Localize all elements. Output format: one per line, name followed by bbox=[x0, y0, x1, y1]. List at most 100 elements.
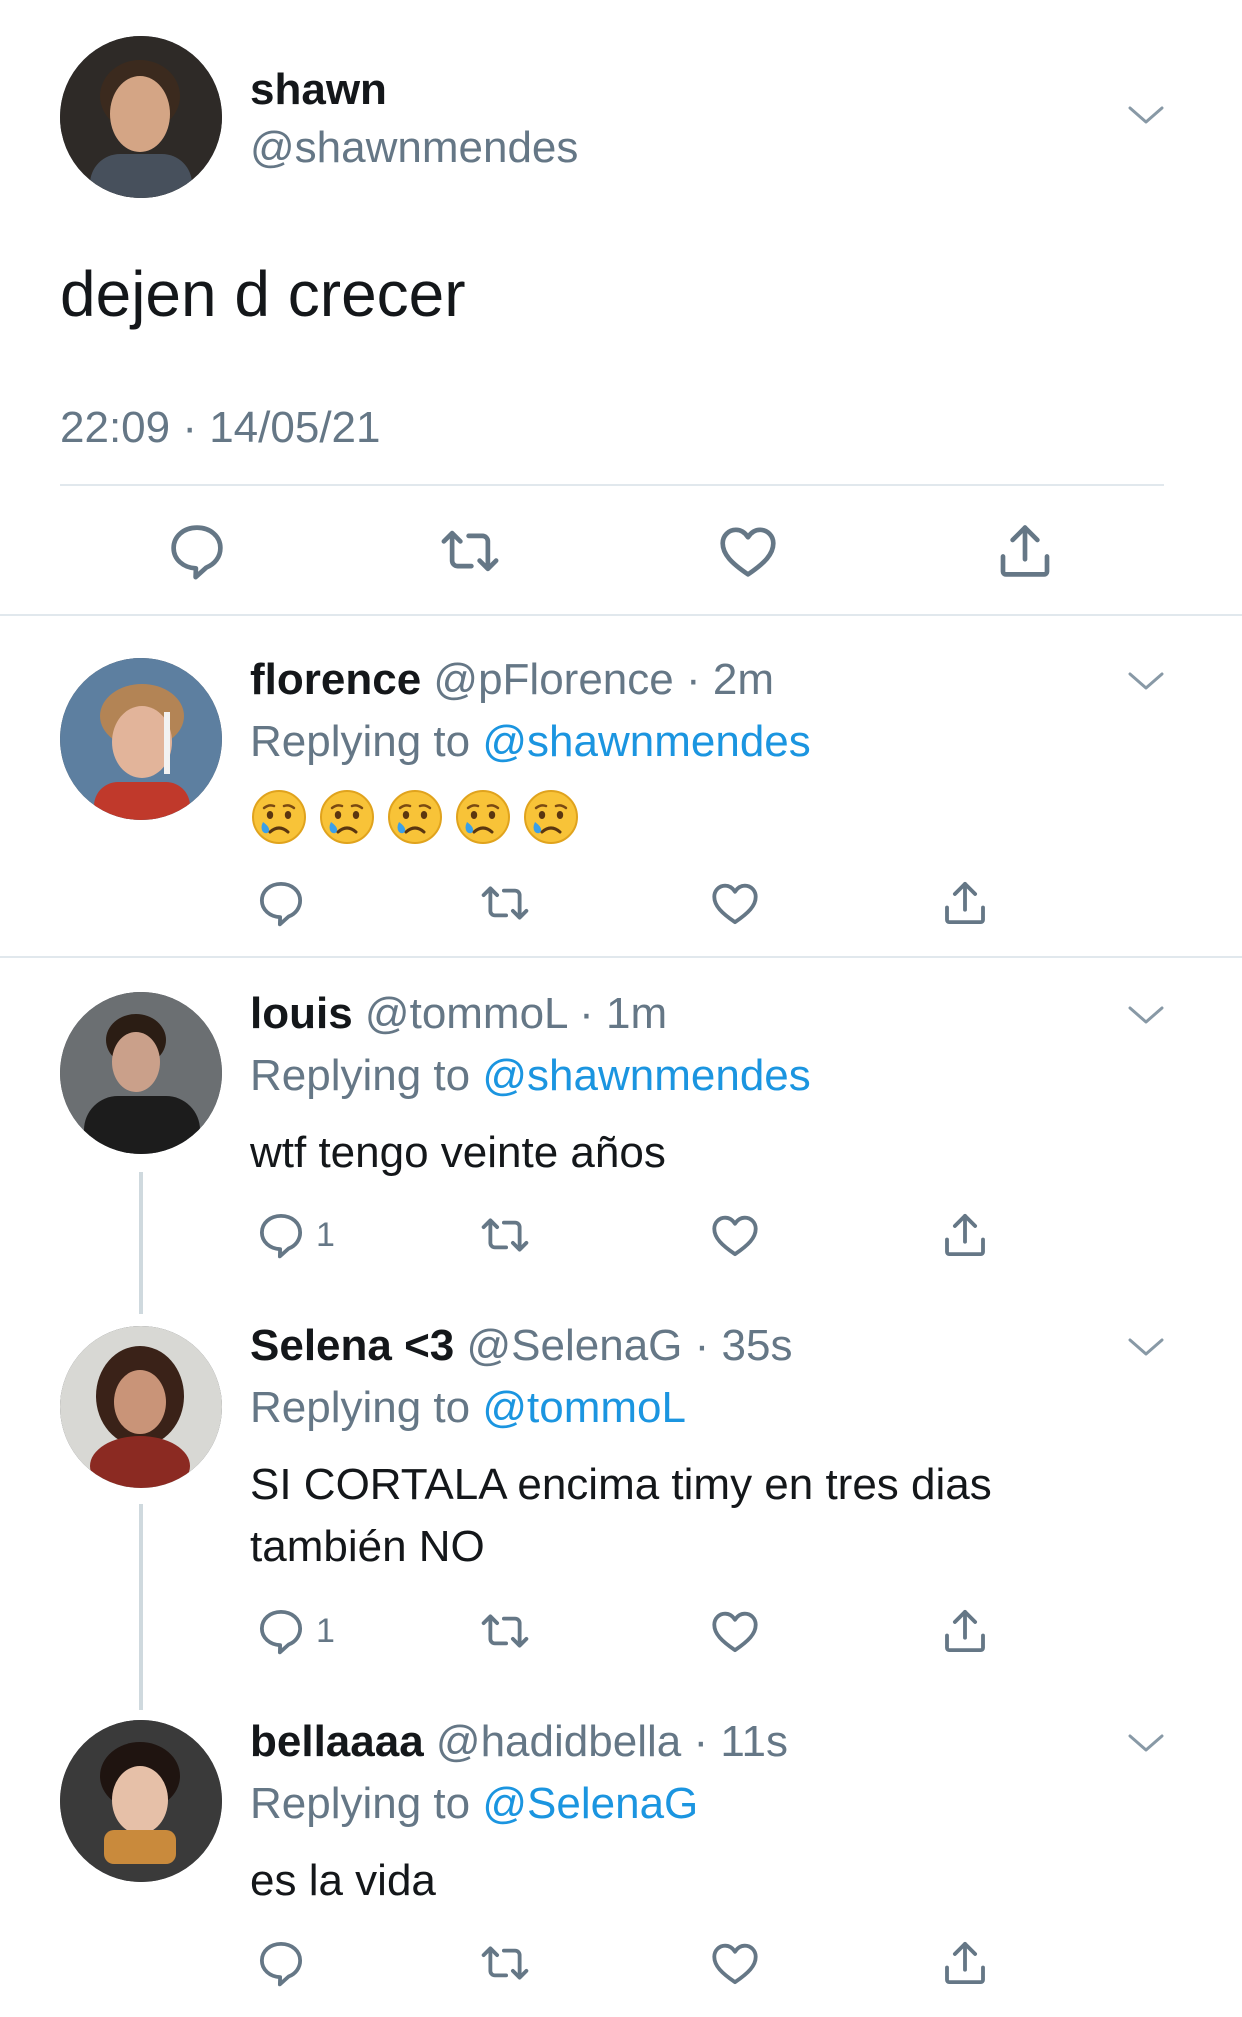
chevron-down-icon[interactable] bbox=[1124, 1000, 1168, 1030]
divider bbox=[0, 614, 1242, 616]
share-button[interactable] bbox=[938, 1208, 992, 1262]
reply-icon bbox=[254, 1208, 308, 1262]
retweet-button[interactable] bbox=[478, 1936, 532, 1990]
profile-photo-icon bbox=[60, 1326, 222, 1488]
author-handle[interactable]: @SelenaG bbox=[467, 1321, 683, 1370]
heart-icon bbox=[708, 1604, 762, 1658]
profile-photo-icon bbox=[60, 36, 222, 198]
author-handle[interactable]: @tommoL bbox=[365, 989, 567, 1038]
mention-link[interactable]: @shawnmendes bbox=[482, 717, 810, 766]
like-button[interactable] bbox=[715, 518, 781, 584]
divider bbox=[0, 956, 1242, 958]
reply-button[interactable] bbox=[254, 1936, 316, 1990]
reply-icon bbox=[164, 518, 230, 584]
profile-photo-icon bbox=[60, 992, 222, 1154]
retweet-button[interactable] bbox=[437, 518, 503, 584]
share-button[interactable] bbox=[938, 1936, 992, 1990]
replying-to-label: Replying to bbox=[250, 1383, 471, 1432]
reply-button[interactable]: 1 bbox=[254, 1208, 335, 1262]
author-name[interactable]: bellaaaa bbox=[250, 1717, 424, 1766]
mention-link[interactable]: @shawnmendes bbox=[482, 1051, 810, 1100]
crying-face-icon bbox=[386, 788, 444, 846]
retweet-icon bbox=[478, 876, 532, 930]
reply-time: · 11s bbox=[693, 1717, 789, 1766]
retweet-icon bbox=[478, 1208, 532, 1262]
reply-text-line-2: también NO bbox=[250, 1522, 485, 1571]
like-button[interactable] bbox=[708, 1208, 762, 1262]
crying-face-icon bbox=[318, 788, 376, 846]
reply-text: wtf tengo veinte años bbox=[250, 1128, 666, 1177]
avatar[interactable] bbox=[60, 36, 222, 198]
reply-count: 1 bbox=[316, 1215, 335, 1254]
reply-header: Selena <3 @SelenaG · 35s bbox=[250, 1318, 792, 1374]
replying-to: Replying to @tommoL bbox=[250, 1380, 686, 1436]
avatar[interactable] bbox=[60, 992, 222, 1154]
reply-icon bbox=[254, 1936, 308, 1990]
author-handle[interactable]: @hadidbella bbox=[436, 1717, 681, 1766]
reply-button[interactable] bbox=[164, 518, 230, 584]
avatar[interactable] bbox=[60, 1720, 222, 1882]
like-button[interactable] bbox=[708, 1936, 762, 1990]
thread-line bbox=[139, 1504, 143, 1710]
reply-button[interactable] bbox=[254, 876, 316, 930]
mention-link[interactable]: @SelenaG bbox=[482, 1779, 698, 1828]
share-icon bbox=[938, 1208, 992, 1262]
replying-to-label: Replying to bbox=[250, 717, 471, 766]
reply-header: bellaaaa @hadidbella · 11s bbox=[250, 1714, 788, 1770]
crying-face-icon bbox=[250, 788, 308, 846]
retweet-icon bbox=[478, 1936, 532, 1990]
reply-text-line-1: SI CORTALA encima timy en tres dias bbox=[250, 1460, 992, 1509]
retweet-button[interactable] bbox=[478, 1604, 532, 1658]
reply-time: · 2m bbox=[685, 655, 774, 704]
profile-photo-icon bbox=[60, 658, 222, 820]
replying-to: Replying to @shawnmendes bbox=[250, 714, 811, 770]
retweet-icon bbox=[478, 1604, 532, 1658]
chevron-down-icon[interactable] bbox=[1124, 100, 1168, 130]
share-icon bbox=[938, 1604, 992, 1658]
retweet-button[interactable] bbox=[478, 876, 532, 930]
author-handle[interactable]: @pFlorence bbox=[433, 655, 673, 704]
reply-count: 1 bbox=[316, 1611, 335, 1650]
share-icon bbox=[938, 1936, 992, 1990]
reply-icon bbox=[254, 876, 308, 930]
tweet-timestamp: 22:09 · 14/05/21 bbox=[60, 403, 381, 452]
share-icon bbox=[938, 876, 992, 930]
reply-time: · 1m bbox=[579, 989, 668, 1038]
tweet-text: dejen d crecer bbox=[60, 258, 466, 330]
replying-to-label: Replying to bbox=[250, 1779, 471, 1828]
like-button[interactable] bbox=[708, 876, 762, 930]
share-button[interactable] bbox=[938, 1604, 992, 1658]
avatar[interactable] bbox=[60, 1326, 222, 1488]
emoji-row bbox=[250, 788, 590, 851]
crying-face-icon bbox=[454, 788, 512, 846]
author-name[interactable]: Selena <3 bbox=[250, 1321, 454, 1370]
reply-time: · 35s bbox=[694, 1321, 793, 1370]
author-name[interactable]: florence bbox=[250, 655, 421, 704]
chevron-down-icon[interactable] bbox=[1124, 1728, 1168, 1758]
share-button[interactable] bbox=[938, 876, 992, 930]
reply-icon bbox=[254, 1604, 308, 1658]
retweet-icon bbox=[437, 518, 503, 584]
replying-to: Replying to @shawnmendes bbox=[250, 1048, 811, 1104]
chevron-down-icon[interactable] bbox=[1124, 666, 1168, 696]
author-name[interactable]: shawn bbox=[250, 62, 387, 118]
replying-to: Replying to @SelenaG bbox=[250, 1776, 698, 1832]
thread-line bbox=[139, 1172, 143, 1314]
like-button[interactable] bbox=[708, 1604, 762, 1658]
avatar[interactable] bbox=[60, 658, 222, 820]
retweet-button[interactable] bbox=[478, 1208, 532, 1262]
profile-photo-icon bbox=[60, 1720, 222, 1882]
heart-icon bbox=[708, 876, 762, 930]
mention-link[interactable]: @tommoL bbox=[482, 1383, 686, 1432]
heart-icon bbox=[708, 1936, 762, 1990]
reply-button[interactable]: 1 bbox=[254, 1604, 335, 1658]
author-handle[interactable]: @shawnmendes bbox=[250, 120, 578, 176]
reply-header: louis @tommoL · 1m bbox=[250, 986, 667, 1042]
reply-header: florence @pFlorence · 2m bbox=[250, 652, 774, 708]
author-name[interactable]: louis bbox=[250, 989, 353, 1038]
reply-text: es la vida bbox=[250, 1856, 436, 1905]
heart-icon bbox=[708, 1208, 762, 1262]
crying-face-icon bbox=[522, 788, 580, 846]
chevron-down-icon[interactable] bbox=[1124, 1332, 1168, 1362]
share-button[interactable] bbox=[992, 518, 1058, 584]
